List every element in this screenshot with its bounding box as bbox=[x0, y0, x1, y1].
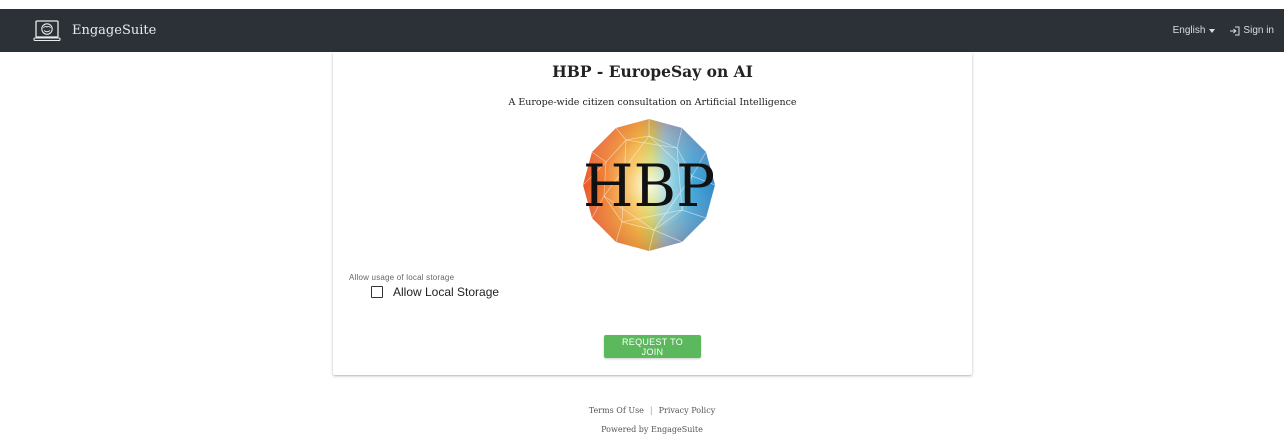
terms-of-use-link[interactable]: Terms Of Use bbox=[589, 406, 644, 415]
engagesuite-logo-icon bbox=[33, 19, 61, 41]
footer-links: Terms Of Use | Privacy Policy bbox=[0, 406, 1284, 415]
navbar: EngageSuite English Sign in bbox=[0, 9, 1284, 52]
language-dropdown[interactable]: English bbox=[1173, 25, 1216, 36]
caret-down-icon bbox=[1209, 28, 1216, 33]
hbp-logo: HBP bbox=[582, 119, 716, 252]
brand-name: EngageSuite bbox=[72, 23, 157, 38]
storage-label: Allow usage of local storage bbox=[349, 273, 455, 282]
brand[interactable]: EngageSuite bbox=[33, 19, 156, 43]
logo-text: HBP bbox=[583, 152, 715, 220]
page-subtitle: A Europe-wide citizen consultation on Ar… bbox=[508, 97, 797, 108]
nav-right: English Sign in bbox=[1173, 25, 1274, 36]
top-strip bbox=[0, 0, 1284, 9]
footer-separator: | bbox=[649, 406, 653, 415]
page-title: HBP - EuropeSay on AI bbox=[552, 62, 753, 81]
sign-in-label: Sign in bbox=[1243, 25, 1274, 36]
sign-in-link[interactable]: Sign in bbox=[1229, 25, 1274, 36]
request-to-join-button[interactable]: REQUEST TO JOIN bbox=[604, 335, 701, 358]
allow-storage-label[interactable]: Allow Local Storage bbox=[393, 285, 499, 299]
powered-by: Powered by EngageSuite bbox=[601, 425, 703, 434]
allow-storage-checkbox[interactable] bbox=[371, 286, 383, 298]
sign-in-icon bbox=[1230, 26, 1240, 35]
allow-storage-row[interactable]: Allow Local Storage bbox=[371, 285, 499, 299]
language-label: English bbox=[1172, 25, 1206, 36]
privacy-policy-link[interactable]: Privacy Policy bbox=[659, 406, 716, 415]
consultation-card: HBP - EuropeSay on AI A Europe-wide citi… bbox=[333, 52, 972, 375]
